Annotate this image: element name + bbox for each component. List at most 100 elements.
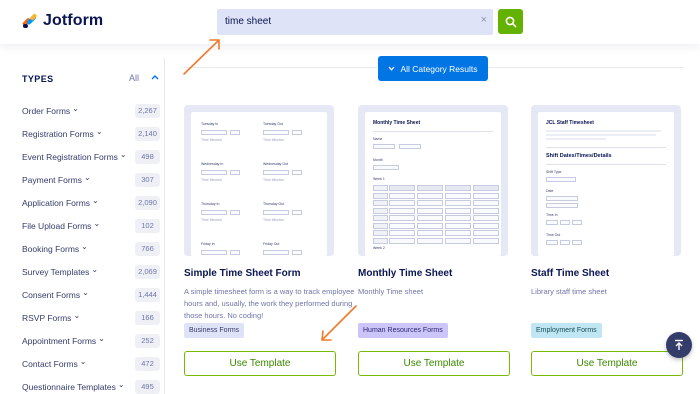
category-count-badge: 1,444 xyxy=(135,288,160,302)
preview-input xyxy=(201,170,227,175)
preview-table-cell xyxy=(473,192,499,199)
template-title[interactable]: Monthly Time Sheet xyxy=(358,268,452,279)
types-all-filter[interactable]: All xyxy=(129,73,139,83)
sidebar-category-item[interactable]: Consent Forms ⌄ 1,444 xyxy=(22,287,160,303)
chevron-down-icon[interactable]: ⌄ xyxy=(81,242,88,251)
category-count-badge: 2,140 xyxy=(135,127,160,141)
sidebar-category-label: Consent Forms xyxy=(22,290,81,300)
preview-table-cell xyxy=(373,215,388,221)
sidebar-category-item[interactable]: Application Forms ⌄ 2,090 xyxy=(22,195,160,211)
sidebar-category-label: Contact Forms xyxy=(22,359,78,369)
search-bar[interactable]: time sheet × xyxy=(217,9,493,35)
preview-input xyxy=(201,210,227,215)
chevron-down-icon[interactable]: ⌄ xyxy=(93,219,100,228)
scroll-to-top-button[interactable] xyxy=(666,332,692,358)
preview-table-cell xyxy=(389,237,415,244)
template-preview[interactable]: Tuesday In Tuesday Out Time Minutes Time Mi… xyxy=(184,105,334,256)
sidebar-category-label: RSVP Forms xyxy=(22,313,72,323)
preview-input xyxy=(560,220,570,225)
use-template-button[interactable]: Use Template xyxy=(358,351,510,376)
category-count-badge: 252 xyxy=(135,334,160,348)
preview-text-line xyxy=(546,138,606,140)
template-description: Library staff time sheet xyxy=(531,287,607,296)
sidebar-category-item[interactable]: Survey Templates ⌄ 2,069 xyxy=(22,264,160,280)
preview-table-cell xyxy=(473,200,499,206)
sidebar-category-item[interactable]: Questionnaire Templates ⌄ 495 xyxy=(22,379,160,394)
sidebar-category-item[interactable]: RSVP Forms ⌄ 166 xyxy=(22,310,160,326)
preview-input xyxy=(263,130,289,135)
template-preview[interactable]: JCL Staff Timesheet Shift Dates/Times/Det… xyxy=(531,105,681,256)
preview-table-cell xyxy=(373,185,388,191)
preview-table-cell xyxy=(473,237,499,244)
sidebar-category-item[interactable]: File Upload Forms ⌄ 102 xyxy=(22,218,160,234)
sidebar-category-item[interactable]: Registration Forms ⌄ 2,140 xyxy=(22,126,160,142)
chevron-down-icon[interactable]: ⌄ xyxy=(72,104,79,113)
sidebar-category-item[interactable]: Order Forms ⌄ 2,267 xyxy=(22,103,160,119)
preview-table-cell xyxy=(389,200,415,206)
sidebar-category-item[interactable]: Payment Forms ⌄ 307 xyxy=(22,172,160,188)
sidebar-category-item[interactable]: Appointment Forms ⌄ 252 xyxy=(22,333,160,349)
chevron-down-icon[interactable]: ⌄ xyxy=(98,334,105,343)
category-badge[interactable]: Human Resources Forms xyxy=(358,323,448,338)
preview-heading: Monthly Time Sheet xyxy=(373,120,421,126)
preview-field-label: Time In xyxy=(546,213,558,217)
template-title[interactable]: Simple Time Sheet Form xyxy=(184,268,301,279)
jotform-logo[interactable]: Jotform xyxy=(21,12,103,30)
template-title[interactable]: Staff Time Sheet xyxy=(531,268,609,279)
chevron-down-icon[interactable]: ⌄ xyxy=(118,380,125,389)
preview-input xyxy=(230,170,240,175)
arrow-up-icon xyxy=(675,339,683,350)
category-count-badge: 472 xyxy=(135,357,160,371)
chevron-up-icon[interactable] xyxy=(151,74,159,80)
preview-table-cell xyxy=(445,185,471,191)
preview-field-label: Friday In xyxy=(201,242,215,246)
chevron-down-icon[interactable]: ⌄ xyxy=(82,288,89,297)
preview-table-cell xyxy=(473,207,499,214)
sidebar-category-item[interactable]: Booking Forms ⌄ 766 xyxy=(22,241,160,257)
category-badge[interactable]: Business Forms xyxy=(184,323,245,338)
sidebar-category-item[interactable]: Contact Forms ⌄ 472 xyxy=(22,356,160,372)
clear-search-icon[interactable]: × xyxy=(481,14,487,26)
category-count-badge: 2,090 xyxy=(135,196,160,210)
chevron-down-icon[interactable]: ⌄ xyxy=(91,265,98,274)
category-count-badge: 307 xyxy=(135,173,160,187)
preview-table-cell xyxy=(417,185,443,191)
search-input[interactable]: time sheet xyxy=(225,16,271,27)
preview-input xyxy=(373,144,395,149)
types-heading: TYPES xyxy=(22,74,54,84)
sidebar-category-item[interactable]: Event Registration Forms ⌄ 498 xyxy=(22,149,160,165)
preview-field-sub: Time Minutes xyxy=(263,178,284,182)
chevron-down-icon[interactable]: ⌄ xyxy=(92,196,99,205)
preview-table-cell xyxy=(417,200,443,206)
chevron-down-icon[interactable]: ⌄ xyxy=(73,311,80,320)
preview-divider xyxy=(373,131,493,132)
preview-input xyxy=(546,220,558,225)
preview-table-cell xyxy=(373,192,388,199)
all-category-results-button[interactable]: All Category Results xyxy=(378,56,488,81)
sidebar-category-label: Order Forms xyxy=(22,106,71,116)
chevron-down-icon[interactable]: ⌄ xyxy=(96,127,103,136)
preview-input xyxy=(292,250,302,255)
annotation-arrow-search xyxy=(183,39,220,75)
preview-input xyxy=(263,170,289,175)
preview-table-cell xyxy=(473,185,499,191)
preview-table-cell xyxy=(445,237,471,244)
preview-table-cell xyxy=(417,237,443,244)
preview-table-cell xyxy=(389,185,415,191)
form-preview-paper: Tuesday In Tuesday Out Time Minutes Time Mi… xyxy=(191,112,327,256)
use-template-button[interactable]: Use Template xyxy=(531,351,683,376)
chevron-down-icon[interactable]: ⌄ xyxy=(80,357,87,366)
category-badge[interactable]: Employment Forms xyxy=(531,323,602,338)
preview-field-label: Week 2 xyxy=(373,246,385,250)
template-preview[interactable]: Monthly Time Sheet Name Month Week 1 Week 2 xyxy=(358,105,508,256)
preview-input xyxy=(263,210,289,215)
chevron-down-icon[interactable]: ⌄ xyxy=(84,173,91,182)
use-template-button[interactable]: Use Template xyxy=(184,351,336,376)
chevron-down-icon[interactable]: ⌄ xyxy=(120,150,127,159)
search-button[interactable] xyxy=(498,9,523,34)
preview-table-cell xyxy=(445,207,471,214)
preview-table-cell xyxy=(417,207,443,214)
category-sidebar: TYPES All Order Forms ⌄ 2,267 Registration … xyxy=(0,44,165,394)
preview-input xyxy=(546,203,578,208)
preview-table-cell xyxy=(473,230,499,236)
